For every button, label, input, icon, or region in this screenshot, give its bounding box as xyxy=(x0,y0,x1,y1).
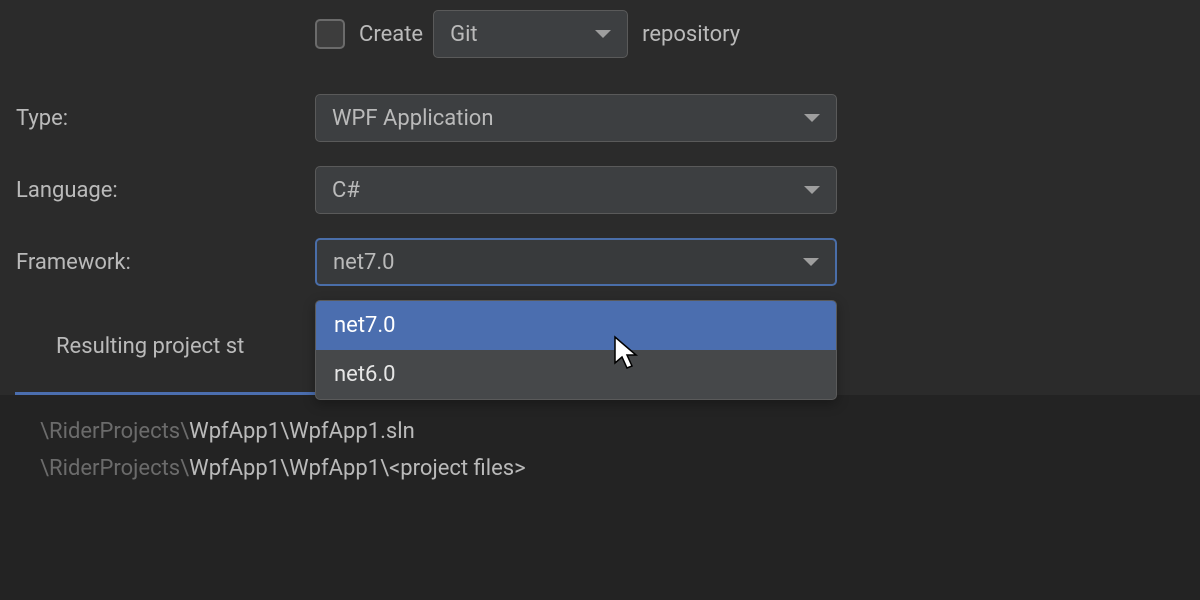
create-repo-checkbox[interactable] xyxy=(315,19,345,49)
create-repo-label: Create xyxy=(359,22,423,47)
path-rest-segment: WpfApp1\WpfApp1\<project files> xyxy=(189,456,525,481)
project-structure-panel: \RiderProjects\WpfApp1\WpfApp1.sln \Ride… xyxy=(0,395,1200,600)
framework-dropdown-value: net7.0 xyxy=(333,250,395,275)
chevron-down-icon xyxy=(804,114,820,122)
chevron-down-icon xyxy=(595,30,611,38)
framework-dropdown-panel: net7.0 net6.0 xyxy=(315,300,837,400)
path-dim-segment: \RiderProjects\ xyxy=(40,456,189,481)
path-rest-segment: WpfApp1\WpfApp1.sln xyxy=(189,419,415,444)
framework-dropdown[interactable]: net7.0 xyxy=(315,238,837,286)
framework-label: Framework: xyxy=(16,250,131,275)
type-dropdown[interactable]: WPF Application xyxy=(315,94,837,142)
vcs-dropdown-value: Git xyxy=(450,22,478,47)
project-path-line: \RiderProjects\WpfApp1\WpfApp1\<project … xyxy=(40,450,1160,487)
type-label: Type: xyxy=(16,106,68,131)
project-path-line: \RiderProjects\WpfApp1\WpfApp1.sln xyxy=(40,413,1160,450)
type-dropdown-value: WPF Application xyxy=(332,106,494,131)
language-dropdown-value: C# xyxy=(332,178,360,203)
language-label: Language: xyxy=(16,178,118,203)
resulting-structure-heading: Resulting project st xyxy=(56,334,244,359)
chevron-down-icon xyxy=(804,186,820,194)
path-dim-segment: \RiderProjects\ xyxy=(40,419,189,444)
language-dropdown[interactable]: C# xyxy=(315,166,837,214)
vcs-dropdown[interactable]: Git xyxy=(433,10,628,58)
framework-option-net6[interactable]: net6.0 xyxy=(316,350,836,399)
framework-option-net7[interactable]: net7.0 xyxy=(316,301,836,350)
repository-label: repository xyxy=(642,22,740,47)
chevron-down-icon xyxy=(803,258,819,266)
